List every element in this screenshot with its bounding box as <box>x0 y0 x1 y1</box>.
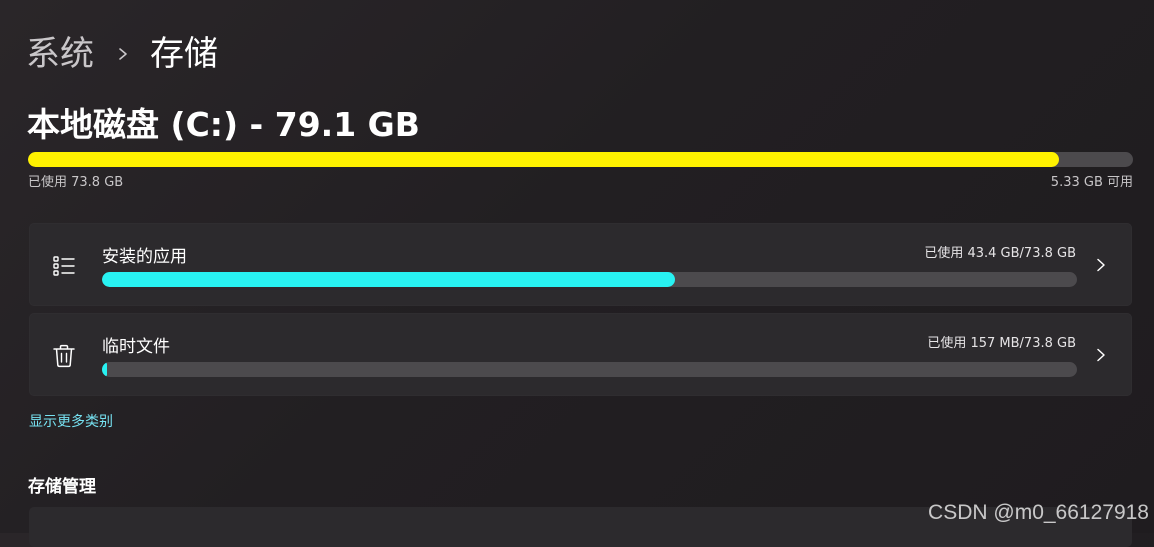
category-usage-bar-fill <box>102 272 676 287</box>
drive-free-label: 5.33 GB 可用 <box>1050 175 1133 190</box>
category-usage-bar <box>102 362 1077 377</box>
storage-management-heading: 存储管理 <box>28 477 96 497</box>
category-card-temp-files[interactable]: 临时文件 已使用 157 MB/73.8 GB <box>29 313 1132 396</box>
drive-used-label: 已使用 73.8 GB <box>28 175 124 190</box>
category-usage-bar-fill <box>102 362 107 377</box>
drive-usage-bar <box>28 152 1133 167</box>
breadcrumb-system[interactable]: 系统 <box>26 32 94 76</box>
category-title: 临时文件 <box>102 337 170 357</box>
category-usage: 已使用 157 MB/73.8 GB <box>927 336 1076 351</box>
app-list-icon <box>53 256 75 276</box>
category-title: 安装的应用 <box>102 247 187 267</box>
category-usage-bar <box>102 272 1077 287</box>
drive-title: 本地磁盘 (C:) - 79.1 GB <box>27 105 420 144</box>
chevron-right-icon <box>119 48 127 60</box>
watermark: CSDN @m0_66127918 <box>928 501 1149 524</box>
chevron-right-icon <box>1097 348 1105 362</box>
category-card-installed-apps[interactable]: 安装的应用 已使用 43.4 GB/73.8 GB <box>29 223 1132 306</box>
chevron-right-icon <box>1097 258 1105 272</box>
page-title: 存储 <box>150 34 218 74</box>
category-usage: 已使用 43.4 GB/73.8 GB <box>924 246 1076 261</box>
trash-icon <box>53 344 75 368</box>
drive-usage-bar-fill <box>28 152 1059 167</box>
show-more-categories-link[interactable]: 显示更多类别 <box>29 412 113 432</box>
breadcrumb: 系统 存储 <box>26 32 218 76</box>
